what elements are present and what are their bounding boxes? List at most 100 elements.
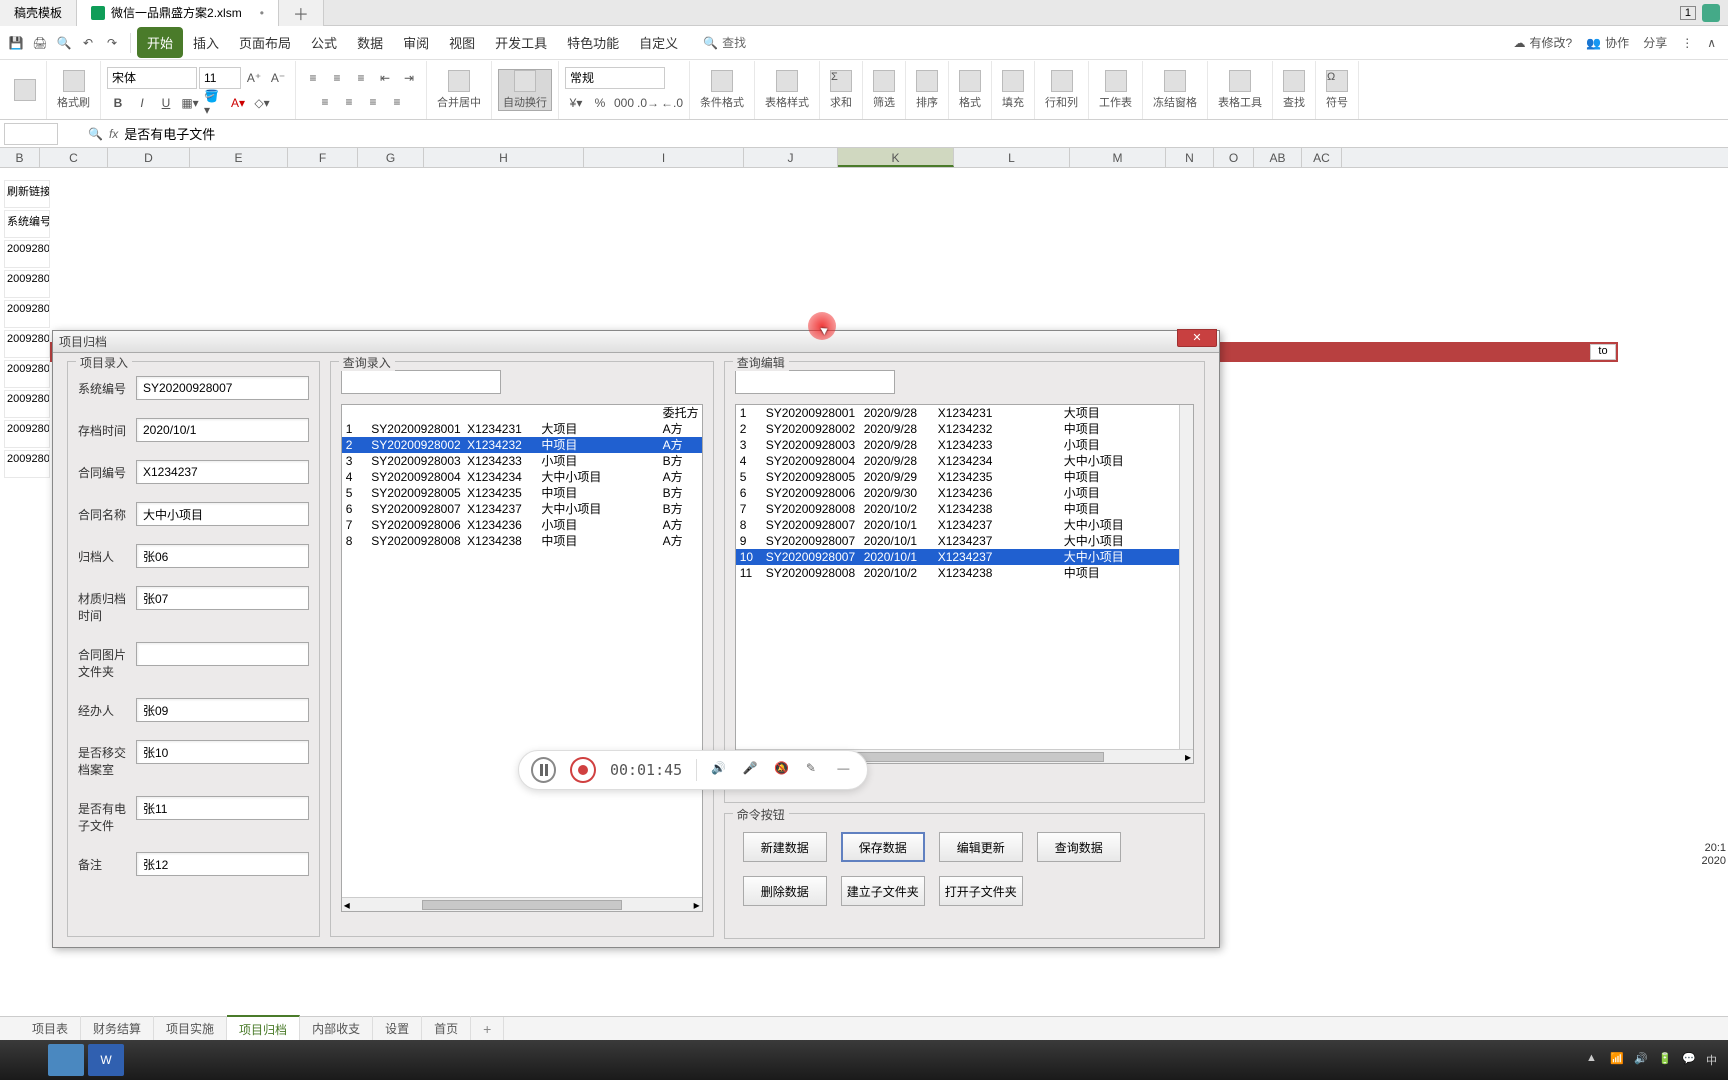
input-archive_time[interactable] (136, 418, 309, 442)
indent-inc-icon[interactable]: ⇥ (398, 68, 420, 88)
listview-query-edit[interactable]: 1SY202009280012020/9/28X1234231大项目2SY202… (735, 404, 1194, 764)
more-icon[interactable]: ⋮ (1681, 36, 1693, 50)
user-avatar-icon[interactable] (1702, 4, 1720, 22)
percent-icon[interactable]: % (589, 93, 611, 113)
list-row[interactable]: 1SY20200928001X1234231大项目A方 (342, 421, 702, 437)
list-row[interactable]: 7SY20200928006X1234236小项目A方 (342, 517, 702, 533)
list-row[interactable]: 9SY202009280072020/10/1X1234237大中小项目 (736, 533, 1193, 549)
undo-icon[interactable]: ↶ (79, 34, 97, 52)
align-center-icon[interactable]: ≡ (338, 92, 360, 112)
list-row[interactable]: 4SY202009280042020/9/28X1234234大中小项目 (736, 453, 1193, 469)
sheet-tab-1[interactable]: 财务结算 (81, 1016, 154, 1041)
list-row[interactable]: 2SY202009280022020/9/28X1234232中项目 (736, 421, 1193, 437)
ribbon-tab-1[interactable]: 插入 (183, 27, 229, 58)
fx-icon[interactable]: fx (109, 127, 118, 141)
input-archiver[interactable] (136, 544, 309, 568)
font-color-icon[interactable]: A▾ (227, 93, 249, 113)
list-row[interactable]: 5SY202009280052020/9/29X1234235中项目 (736, 469, 1193, 485)
explorer-icon[interactable] (48, 1044, 84, 1076)
border-icon[interactable]: ▦▾ (179, 93, 201, 113)
underline-icon[interactable]: U (155, 93, 177, 113)
battery-icon[interactable]: 🔋 (1658, 1052, 1674, 1068)
format-button[interactable]: 格式 (955, 70, 985, 110)
font-name-select[interactable] (107, 67, 197, 89)
sheet-tab-6[interactable]: 首页 (422, 1016, 471, 1041)
wrap-button[interactable]: 自动换行 (498, 69, 552, 111)
highlight-icon[interactable]: ◇▾ (251, 93, 273, 113)
col-header-B[interactable]: B (0, 148, 40, 167)
sheet-tab-3[interactable]: 项目归档 (227, 1015, 300, 1042)
freeze-button[interactable]: 冻结窗格 (1149, 70, 1201, 110)
table-tools-button[interactable]: 表格工具 (1214, 70, 1266, 110)
tray-icon[interactable]: ▲ (1586, 1052, 1602, 1068)
input-sysno[interactable] (136, 376, 309, 400)
search-fx-icon[interactable]: 🔍 (88, 127, 103, 141)
col-header-N[interactable]: N (1166, 148, 1214, 167)
input-remark[interactable] (136, 852, 309, 876)
cmd-button-4[interactable]: 删除数据 (743, 876, 827, 906)
col-header-J[interactable]: J (744, 148, 838, 167)
save-icon[interactable]: 💾 (7, 34, 25, 52)
preview-icon[interactable]: 🔍 (55, 34, 73, 52)
cmd-button-2[interactable]: 编辑更新 (939, 832, 1023, 862)
input-mat_time[interactable] (136, 586, 309, 610)
col-header-AB[interactable]: AB (1254, 148, 1302, 167)
italic-icon[interactable]: I (131, 93, 153, 113)
stop-button[interactable] (570, 757, 595, 783)
sound-icon[interactable]: 🔊 (1634, 1052, 1650, 1068)
new-tab-button[interactable]: ＋ (279, 0, 324, 26)
list-row[interactable]: 1SY202009280012020/9/28X1234231大项目 (736, 405, 1193, 421)
input-has_efile[interactable] (136, 796, 309, 820)
ribbon-tab-2[interactable]: 页面布局 (229, 27, 301, 58)
cmd-button-0[interactable]: 新建数据 (743, 832, 827, 862)
h-scrollbar[interactable]: ◂▸ (342, 897, 702, 911)
list-row[interactable]: 7SY202009280082020/10/2X1234238中项目 (736, 501, 1193, 517)
ribbon-tab-7[interactable]: 开发工具 (485, 27, 557, 58)
cmd-button-6[interactable]: 打开子文件夹 (939, 876, 1023, 906)
wps-icon[interactable]: W (88, 1044, 124, 1076)
list-row[interactable]: 4SY20200928004X1234234大中小项目A方 (342, 469, 702, 485)
sheet-area[interactable]: to 刷新链接系统编号20092801200928022009280320092… (0, 168, 1728, 796)
comma-icon[interactable]: 000 (613, 93, 635, 113)
col-header-D[interactable]: D (108, 148, 190, 167)
input-contract_no[interactable] (136, 460, 309, 484)
mute-mic-icon[interactable]: 🔕 (774, 761, 792, 779)
query-edit-search[interactable] (735, 370, 895, 394)
increase-font-icon[interactable]: A⁺ (243, 68, 265, 88)
list-row[interactable]: 2SY20200928002X1234232中项目A方 (342, 437, 702, 453)
name-box[interactable] (4, 123, 58, 145)
col-header-I[interactable]: I (584, 148, 744, 167)
ime-icon[interactable]: 中 (1706, 1052, 1722, 1068)
input-moved[interactable] (136, 740, 309, 764)
share-button[interactable]: 分享 (1643, 34, 1667, 51)
add-sheet-button[interactable]: + (471, 1017, 504, 1041)
sheet-tab-5[interactable]: 设置 (373, 1016, 422, 1041)
collab-button[interactable]: 👥 协作 (1586, 34, 1629, 51)
ribbon-tab-4[interactable]: 数据 (347, 27, 393, 58)
list-row[interactable]: 10SY202009280072020/10/1X1234237大中小项目 (736, 549, 1193, 565)
filter-button[interactable]: 筛选 (869, 70, 899, 110)
close-button[interactable]: ✕ (1177, 329, 1217, 347)
file-tab-template[interactable]: 稿壳模板 (0, 0, 77, 26)
inc-decimal-icon[interactable]: .0→ (637, 93, 659, 113)
align-left-icon[interactable]: ≡ (314, 92, 336, 112)
list-row[interactable]: 3SY20200928003X1234233小项目B方 (342, 453, 702, 469)
col-header-AC[interactable]: AC (1302, 148, 1342, 167)
ribbon-tab-5[interactable]: 审阅 (393, 27, 439, 58)
mic-icon[interactable]: 🎤 (743, 761, 761, 779)
minimize-icon[interactable]: — (837, 761, 855, 779)
number-format-select[interactable] (565, 67, 665, 89)
align-mid-icon[interactable]: ≡ (326, 68, 348, 88)
merge-button[interactable]: 合并居中 (433, 70, 485, 110)
col-header-M[interactable]: M (1070, 148, 1166, 167)
col-header-F[interactable]: F (288, 148, 358, 167)
list-row[interactable]: 8SY20200928008X1234238中项目A方 (342, 533, 702, 549)
query-entry-search[interactable] (341, 370, 501, 394)
sum-button[interactable]: Σ求和 (826, 70, 856, 110)
find-button[interactable]: 查找 (1279, 70, 1309, 110)
symbol-button[interactable]: Ω符号 (1322, 70, 1352, 110)
col-header-O[interactable]: O (1214, 148, 1254, 167)
list-row[interactable]: 11SY202009280082020/10/2X1234238中项目 (736, 565, 1193, 581)
paste-button[interactable] (10, 79, 40, 101)
col-header-C[interactable]: C (40, 148, 108, 167)
